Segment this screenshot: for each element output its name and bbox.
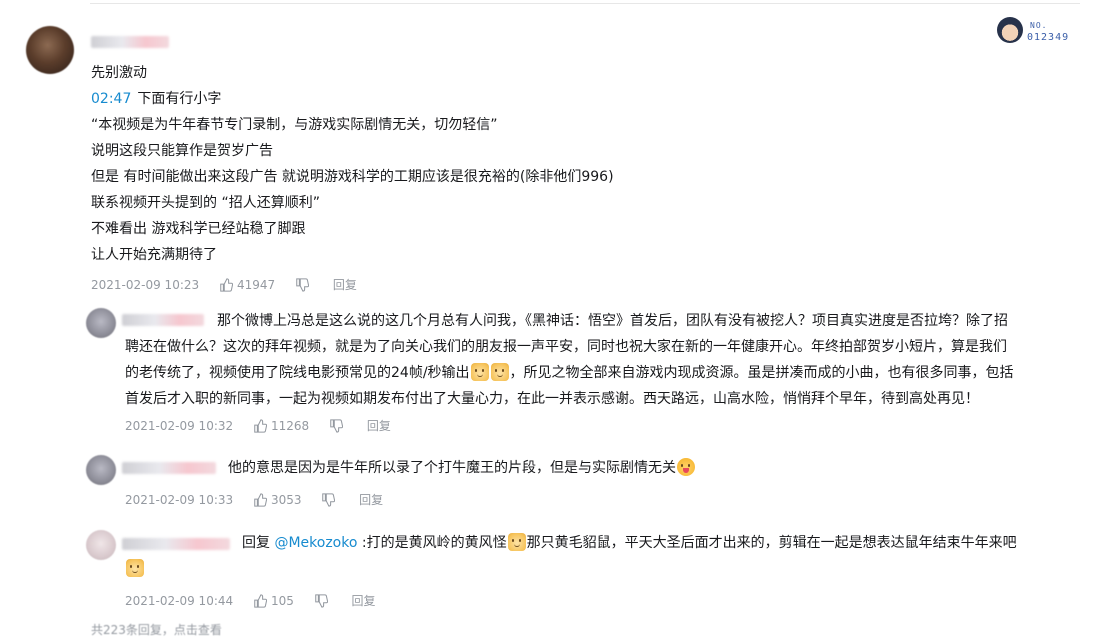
comment-date: 2021-02-09 10:23 <box>91 277 200 292</box>
reply-button[interactable]: 回复 <box>333 275 357 295</box>
thumbs-down-icon <box>296 278 309 292</box>
dislike-button[interactable] <box>314 591 332 611</box>
reply-username-blurred[interactable] <box>122 462 216 474</box>
timestamp-link[interactable]: 02:47 <box>91 91 131 107</box>
reply-line-text: 的老传统了，视频使用了院线电影预常见的24帧/秒输出 <box>125 365 470 381</box>
thumbs-up-icon <box>254 594 267 608</box>
reply-line: 首发后才入职的新同事，一起为视频如期发布付出了大量心力，在此一并表示感谢。西天路… <box>125 391 979 407</box>
reply-date: 2021-02-09 10:32 <box>125 418 234 433</box>
reply-meta: 2021-02-09 10:44 105 回复 <box>125 590 376 610</box>
badge-number: 012349 <box>1027 32 1070 43</box>
top-divider <box>90 3 1080 4</box>
dislike-button[interactable] <box>321 490 339 510</box>
like-count: 105 <box>270 593 294 608</box>
dislike-button[interactable] <box>329 416 347 436</box>
comment-line: 让人开始充满期待了 <box>91 247 217 263</box>
comment-line: 说明这段只能算作是贺岁广告 <box>91 143 273 159</box>
reply-line-text: 那只黄毛貂鼠，平天大圣后面才出来的，剪辑在一起是想表达鼠年结束牛年来吧 <box>526 535 1017 551</box>
thumbs-up-icon <box>220 278 233 292</box>
reply-line-text: 他的意思是因为是牛年所以录了个打牛魔王的片段，但是与实际剧情无关 <box>228 460 676 476</box>
like-count: 41947 <box>236 277 276 292</box>
reply-avatar[interactable] <box>86 308 116 338</box>
like-count: 11268 <box>270 418 310 433</box>
view-more-replies-link[interactable]: 共223条回复，点击查看 <box>91 621 222 638</box>
comment-line: “本视频是为牛年春节专门录制，与游戏实际剧情无关，切勿轻信” <box>91 117 498 133</box>
thumbs-up-icon <box>254 493 267 507</box>
reply-line-text: :打的是黄风岭的黄风怪 <box>357 535 507 551</box>
thumbs-up-icon <box>254 419 267 433</box>
thumbs-down-icon <box>314 594 328 608</box>
reply-button[interactable]: 回复 <box>367 416 391 436</box>
avatar[interactable] <box>26 26 74 74</box>
comment-line: 联系视频开头提到的 “招人还算顺利” <box>91 195 320 211</box>
reply-date: 2021-02-09 10:44 <box>125 593 234 608</box>
reply-date: 2021-02-09 10:33 <box>125 492 234 507</box>
comment-line: 02:47 下面有行小字 <box>91 86 851 112</box>
reply-meta: 2021-02-09 10:32 11268 回复 <box>125 415 391 435</box>
cat-face-emote-icon <box>126 559 144 577</box>
reply-text: 他的意思是因为是牛年所以录了个打牛魔王的片段，但是与实际剧情无关 <box>228 455 696 481</box>
reply-button[interactable]: 回复 <box>352 591 376 611</box>
comment-line-text: 下面有行小字 <box>137 91 222 107</box>
main-comment-text: 先别激动 02:47 下面有行小字 “本视频是为牛年春节专门录制，与游戏实际剧情无… <box>91 60 851 268</box>
badge-no-label: NO. <box>1030 21 1048 30</box>
comment-line: 不难看出 游戏科学已经站稳了脚跟 <box>91 221 306 237</box>
fan-badge[interactable]: NO. 012349 <box>997 17 1069 47</box>
dislike-button[interactable] <box>295 275 313 295</box>
reply-line: 的老传统了，视频使用了院线电影预常见的24帧/秒输出 ，所见之物全部来自游戏内现成… <box>125 360 1075 386</box>
like-button[interactable]: 11268 <box>253 415 309 436</box>
thumbs-down-icon <box>330 419 343 433</box>
reply-line: 回复 @Mekozoko :打的是黄风岭的黄风怪 那只黄毛貂鼠，平天大圣后面才出来… <box>125 530 1075 556</box>
reply-line-text: ，所见之物全部来自游戏内现成资源。虽是拼凑而成的小曲，也有很多同事，包括 <box>509 365 1014 381</box>
reply-line: 聘还在做什么？这次的拜年视频，就是为了向关心我们的朋友报一声平安，同时也祝大家在… <box>125 339 1007 355</box>
badge-avatar-icon <box>997 17 1023 43</box>
cat-face-emote-icon <box>490 363 509 381</box>
reply-line: 那个微博上冯总是这么说的这几个月总有人问我，《黑神话：悟空》首发后，团队有没有被… <box>217 313 1008 329</box>
reply-text: 回复 @Mekozoko :打的是黄风岭的黄风怪 那只黄毛貂鼠，平天大圣后面才出来… <box>125 530 1075 582</box>
mention-link[interactable]: @Mekozoko <box>274 535 357 551</box>
comment-meta: 2021-02-09 10:23 41947 回复 <box>91 274 357 294</box>
thumbs-down-icon <box>322 493 336 507</box>
username-blurred[interactable] <box>91 36 169 48</box>
reply-avatar[interactable] <box>86 455 116 485</box>
like-count: 3053 <box>270 492 302 507</box>
reply-text: 那个微博上冯总是这么说的这几个月总有人问我，《黑神话：悟空》首发后，团队有没有被… <box>125 308 1075 412</box>
reply-button[interactable]: 回复 <box>359 490 383 510</box>
like-button[interactable]: 105 <box>253 590 294 611</box>
reply-line <box>125 556 1075 582</box>
like-button[interactable]: 3053 <box>253 489 302 510</box>
cat-face-emote-icon <box>507 533 526 551</box>
like-button[interactable]: 41947 <box>219 274 275 295</box>
cat-face-emote-icon <box>470 363 489 381</box>
comment-line: 但是 有时间能做出来这段广告 就说明游戏科学的工期应该是很充裕的(除非他们996… <box>91 169 614 185</box>
reply-meta: 2021-02-09 10:33 3053 回复 <box>125 489 383 509</box>
comment-line: 先别激动 <box>91 65 147 81</box>
reply-prefix: 回复 <box>242 535 275 551</box>
tongue-face-emote-icon <box>677 458 695 476</box>
reply-avatar[interactable] <box>86 530 116 560</box>
